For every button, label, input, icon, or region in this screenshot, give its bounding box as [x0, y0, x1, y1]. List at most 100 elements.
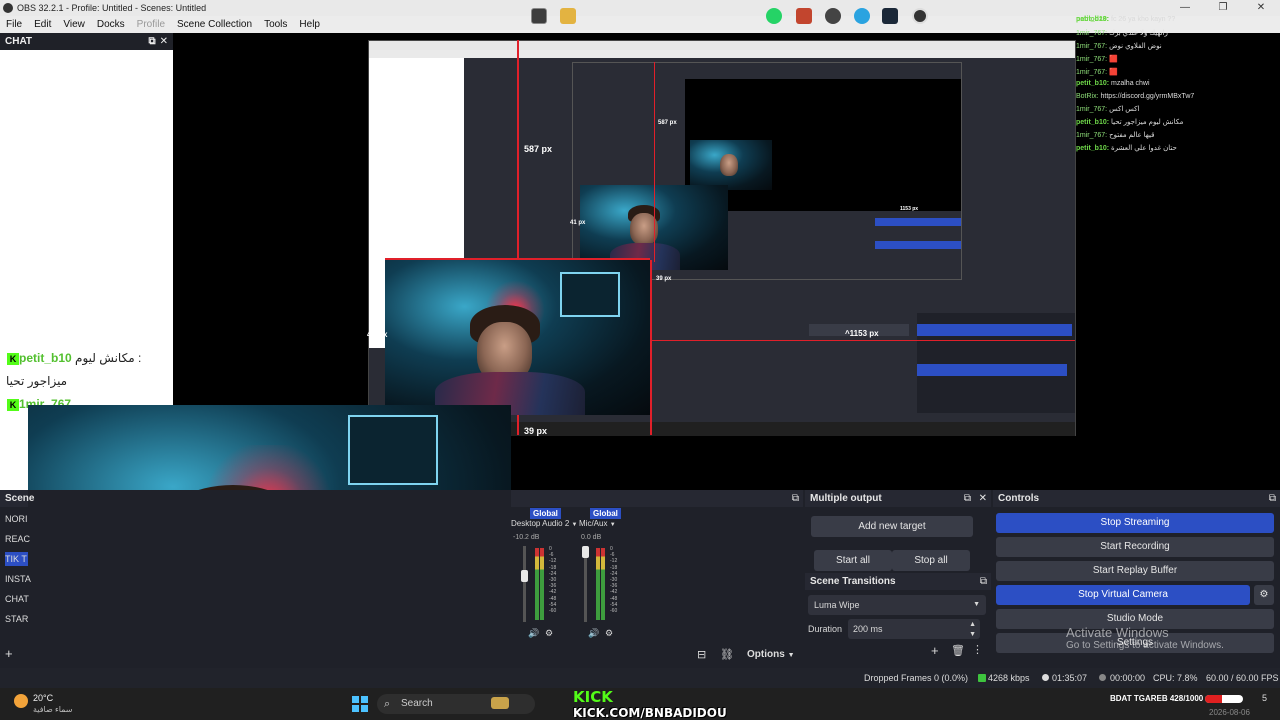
close-icon[interactable]: ✕: [979, 490, 987, 507]
chat-message: BotRix: https://discord.gg/yrmMBxTw7: [1076, 93, 1195, 100]
fps: 60.00 / 60.00 FPS: [1206, 673, 1279, 683]
chat-message: 1mir_767: رانهيك ولا عندي برك: [1076, 30, 1168, 37]
channel-name[interactable]: Desktop Audio 2 ▼: [511, 519, 577, 528]
audio-meter: [601, 548, 605, 620]
scene-item[interactable]: NORI: [5, 514, 28, 524]
weather-icon[interactable]: [14, 694, 28, 708]
multiple-output-header: Multiple output ✕ ⧉: [805, 490, 991, 507]
gear-icon[interactable]: ⚙: [545, 628, 553, 639]
duration-input[interactable]: 200 ms ▲ ▼: [848, 619, 980, 639]
volume-slider-handle[interactable]: [582, 546, 589, 558]
rec-indicator-icon: [1099, 674, 1106, 681]
volume-slider-handle[interactable]: [521, 570, 528, 582]
channel-db: -10.2 dB: [513, 534, 540, 541]
scene-item[interactable]: INSTA: [5, 574, 31, 584]
activate-windows-watermark: Activate Windows Go to Settings to activ…: [1066, 625, 1224, 651]
scenes-dock-header: Scene: [0, 490, 34, 507]
menu-profile[interactable]: Profile: [131, 19, 171, 30]
menu-file[interactable]: File: [0, 19, 28, 30]
meter-ticks: 0 -6 -12 -18 -24 -30 -36 -42 -48 -54 -60: [610, 546, 618, 615]
menu-tools[interactable]: Tools: [258, 19, 293, 30]
brave-icon[interactable]: [796, 8, 812, 24]
chevron-down-icon: ▼: [609, 522, 616, 528]
weather-temp: 20°C: [33, 693, 54, 703]
transition-select[interactable]: Luma Wipe ▼: [808, 595, 986, 615]
maximize-button[interactable]: ❐: [1204, 0, 1242, 16]
news-icon[interactable]: [491, 697, 509, 709]
guide-label-width-nested: 1153 px: [900, 206, 919, 212]
app-icon[interactable]: [531, 8, 547, 24]
chat-dock-header: CHAT ⧉ ✕: [0, 33, 173, 50]
menu-scene-collection[interactable]: Scene Collection: [171, 19, 258, 30]
scene-item[interactable]: CHAT: [5, 594, 29, 604]
speaker-icon[interactable]: 🔊: [588, 628, 599, 639]
chat-message: 1mir_767: 🟥: [1076, 69, 1118, 76]
audio-meter: [596, 548, 600, 620]
gear-icon[interactable]: ⚙: [605, 628, 613, 639]
stop-all-button[interactable]: Stop all: [892, 550, 970, 571]
channel-db: 0.0 dB: [581, 534, 602, 541]
menu-docks[interactable]: Docks: [91, 19, 131, 30]
spin-down-icon[interactable]: ▼: [969, 625, 976, 645]
audio-meter: [535, 548, 539, 620]
menu-edit[interactable]: Edit: [28, 19, 57, 30]
live-time: 01:35:07: [1052, 673, 1088, 683]
whatsapp-icon[interactable]: [766, 8, 782, 24]
add-scene-button[interactable]: +: [5, 646, 13, 661]
more-icon[interactable]: ⋮: [972, 643, 983, 656]
float-icon[interactable]: ⧉: [1269, 490, 1276, 507]
chevron-down-icon: ▼: [571, 522, 578, 528]
start-replay-buffer-button[interactable]: Start Replay Buffer: [996, 561, 1274, 581]
goal-text: BDAT TGAREB 428/1000: [1110, 694, 1204, 703]
scene-item-selected[interactable]: TIK T: [5, 552, 28, 566]
close-button[interactable]: ✕: [1242, 0, 1280, 16]
guide-label-bottom: 39 px: [524, 426, 548, 436]
minimize-button[interactable]: —: [1166, 0, 1204, 16]
menu-help[interactable]: Help: [293, 19, 326, 30]
guide-line-horizontal: [650, 340, 1075, 341]
obs-logo-icon: [3, 3, 13, 13]
speaker-icon[interactable]: 🔊: [528, 628, 539, 639]
float-icon[interactable]: ⧉: [792, 490, 799, 507]
scene-item[interactable]: REAC: [5, 534, 30, 544]
scene-item[interactable]: STAR: [5, 614, 28, 624]
float-icon[interactable]: ⧉: [980, 573, 987, 590]
layout-icon[interactable]: ⊟: [697, 648, 706, 661]
chevron-down-icon: ▼: [787, 652, 795, 659]
bitrate: 4268 kbps: [988, 673, 1030, 683]
start-recording-button[interactable]: Start Recording: [996, 537, 1274, 557]
steam-icon[interactable]: [882, 8, 898, 24]
goal-progress: [1205, 694, 1244, 703]
mixer-dock-header: ⧉: [511, 490, 803, 507]
float-icon[interactable]: ⧉: [148, 36, 155, 47]
menu-view[interactable]: View: [57, 19, 91, 30]
stop-streaming-button[interactable]: Stop Streaming: [996, 513, 1274, 533]
stop-virtual-camera-button[interactable]: Stop Virtual Camera: [996, 585, 1250, 605]
obs-icon[interactable]: [825, 8, 841, 24]
windows-start-icon[interactable]: [352, 696, 368, 712]
channel-name[interactable]: Mic/Aux ▼: [579, 519, 616, 528]
mixer-options-button[interactable]: Options ▼: [747, 649, 795, 660]
obs-taskbar-icon[interactable]: [912, 8, 928, 24]
float-icon[interactable]: ⧉: [964, 490, 971, 507]
channel-label: Global: [530, 508, 561, 519]
chat-message: 1mir_767: اكس اكس: [1076, 106, 1140, 113]
window-title: OBS 32.2.1 - Profile: Untitled - Scenes:…: [17, 3, 207, 13]
link-icon[interactable]: ⛓: [720, 648, 734, 661]
start-all-button[interactable]: Start all: [814, 550, 892, 571]
add-new-target-button[interactable]: Add new target: [811, 516, 973, 537]
virtual-camera-settings-icon[interactable]: ⚙: [1254, 585, 1274, 605]
volume-slider-track[interactable]: [523, 546, 526, 622]
telegram-icon[interactable]: [854, 8, 870, 24]
trash-icon[interactable]: 🗑: [951, 644, 965, 657]
kick-url: KICK.COM/BNBADIDOU: [573, 706, 727, 720]
guide-line-right: [650, 260, 652, 435]
file-explorer-icon[interactable]: [560, 8, 576, 24]
webcam-image-small: [690, 140, 772, 190]
close-icon[interactable]: ✕: [160, 36, 168, 47]
kick-logo: KICK: [573, 688, 613, 706]
meter-ticks: 0 -6 -12 -18 -24 -30 -36 -42 -48 -54 -60: [549, 546, 557, 615]
chat-message: 1mir_767: نوض الفلاوي نوض: [1076, 43, 1162, 50]
add-transition-icon[interactable]: +: [931, 643, 939, 658]
taskbar-search[interactable]: ⌕ Search: [377, 694, 535, 714]
